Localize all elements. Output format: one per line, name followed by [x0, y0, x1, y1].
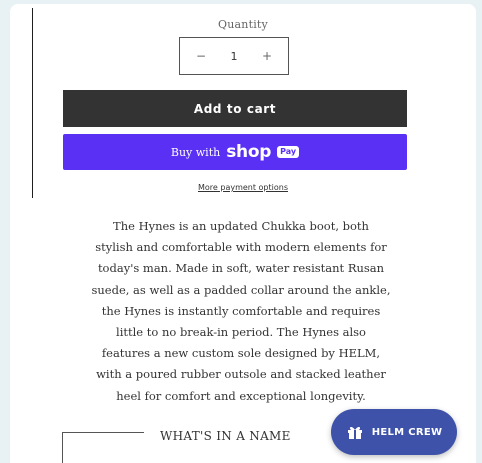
pay-badge: Pay	[277, 146, 300, 158]
rewards-launcher-button[interactable]: HELM CREW	[331, 409, 457, 455]
shop-pay-prefix: Buy with	[170, 145, 221, 159]
shop-pay-button[interactable]: Buy with shop Pay	[63, 134, 407, 170]
description-line: heel for comfort and exceptional longevi…	[116, 388, 366, 403]
description-line: The Hynes is an updated Chukka boot, bot…	[113, 219, 369, 233]
section-image-frame	[62, 432, 144, 463]
description-line: today's man. Made in soft, water resista…	[97, 261, 385, 276]
divider-line	[32, 8, 33, 198]
description-line: the Hynes is instantly comfortable and r…	[101, 303, 381, 318]
shop-logo: shop	[226, 142, 272, 162]
more-payment-options-link[interactable]: More payment options	[10, 183, 476, 192]
add-to-cart-button[interactable]: Add to cart	[63, 90, 407, 127]
quantity-stepper[interactable]: − 1 +	[179, 37, 289, 75]
decrement-button[interactable]: −	[194, 49, 208, 63]
description-line: stylish and comfortable with modern elem…	[95, 240, 387, 255]
description-line: features a new custom sole designed by H…	[101, 346, 381, 361]
gift-icon	[346, 423, 364, 441]
description-line: suede, as well as a padded collar around…	[91, 282, 391, 297]
increment-button[interactable]: +	[260, 49, 274, 63]
rewards-launcher-label: HELM CREW	[371, 426, 443, 438]
product-panel: Quantity − 1 + Add to cart Buy with shop…	[10, 4, 476, 463]
product-description: The Hynes is an updated Chukka boot, bot…	[58, 216, 424, 407]
quantity-label: Quantity	[218, 18, 268, 31]
quantity-input[interactable]: 1	[231, 50, 238, 63]
description-line: little to no break-in period. The Hynes …	[116, 325, 366, 340]
section-title: WHAT'S IN A NAME	[160, 429, 291, 443]
description-line: with a poured rubber outsole and stacked…	[96, 367, 386, 382]
